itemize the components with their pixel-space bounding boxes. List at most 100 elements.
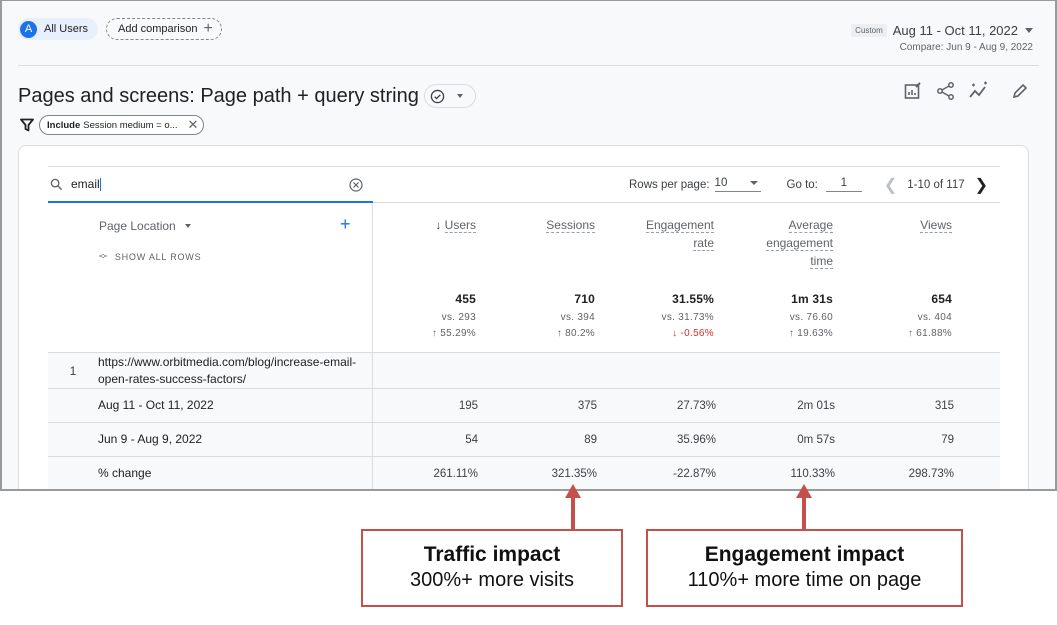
table-row[interactable]: 1 https://www.orbitmedia.com/blog/increas…: [48, 352, 1000, 388]
column-header-label: rate: [693, 236, 714, 251]
table-cell: 375: [577, 399, 597, 412]
table-cell: 321.35%: [551, 467, 597, 480]
page-title: Pages and screens: Page path + query str…: [18, 84, 419, 107]
caret-down-icon: [184, 224, 191, 228]
clear-search-icon[interactable]: [349, 178, 363, 197]
total-value: 710: [574, 292, 595, 306]
add-dimension-button[interactable]: +: [340, 214, 351, 235]
change-value: ↓ -0.56%: [662, 328, 714, 339]
arrow-up-icon: ↑: [556, 328, 566, 339]
table-row[interactable]: % change 261.11% 321.35% -22.87% 110.33% 298.…: [48, 456, 1000, 489]
date-range-picker[interactable]: Custom Aug 11 - Oct 11, 2022 Compare: Ju…: [851, 23, 1033, 53]
page-location-link[interactable]: https://www.orbitmedia.com/blog/increase…: [98, 354, 360, 388]
filter-chip[interactable]: Include Session medium = o... ✕: [39, 115, 205, 135]
arrow-traffic: [571, 497, 575, 531]
row-dimension: % change: [98, 466, 152, 480]
change-value: ↑ 19.63%: [789, 328, 833, 339]
table-cell: 35.96%: [676, 433, 716, 446]
column-header-label: time: [810, 254, 833, 269]
caret-down-icon: [749, 181, 758, 185]
date-tag: Custom: [851, 24, 887, 37]
table-cell: 79: [941, 433, 954, 446]
search-input[interactable]: email: [71, 177, 100, 191]
comparison-value: vs. 394: [560, 312, 595, 323]
column-total: 654 vs. 404 ↑ 61.88%: [908, 292, 952, 339]
next-page-icon[interactable]: ❯: [975, 175, 988, 195]
callout-title: Traffic impact: [423, 543, 561, 566]
arrow-down-icon: ↓: [672, 328, 681, 339]
dimension-selector[interactable]: Page Location: [99, 219, 191, 233]
column-header[interactable]: Sessions: [546, 216, 595, 234]
dimension-header: Page Location: [99, 219, 176, 233]
column-total: 31.55% vs. 31.73% ↓ -0.56%: [662, 292, 714, 339]
change-percent: 19.63%: [797, 328, 833, 339]
column-header-label: Users: [444, 218, 476, 233]
change-percent: -0.56%: [680, 328, 714, 339]
callout-engagement-impact: Engagement impact 110%+ more time on pag…: [646, 529, 963, 607]
callout-title: Engagement impact: [704, 543, 905, 566]
compare-range: Compare: Jun 9 - Aug 9, 2022: [899, 42, 1033, 53]
caret-down-icon: [456, 94, 463, 98]
table-cell: 261.11%: [433, 467, 478, 480]
report-table-card: email Rows per page: 10 Go to: 1 ❮ 1-10 …: [18, 145, 1029, 489]
goto-label: Go to:: [786, 178, 818, 191]
expand-icon: ︿ ﹀: [99, 249, 108, 264]
report-status-dropdown[interactable]: [423, 84, 476, 108]
column-header-label: engagement: [766, 236, 833, 251]
table-cell: 27.73%: [676, 399, 716, 412]
total-value: 31.55%: [672, 292, 714, 306]
analytics-screenshot: A All Users Add comparison + Custom Aug …: [0, 0, 1057, 491]
date-range: Aug 11 - Oct 11, 2022: [892, 23, 1018, 38]
comparison-value: vs. 293: [441, 312, 476, 323]
table-cell: 0m 57s: [797, 433, 835, 446]
segment-avatar: A: [20, 20, 37, 38]
row-index: 1: [69, 363, 77, 378]
filter-type: Include: [47, 119, 81, 131]
show-all-rows-button[interactable]: ︿ ﹀ SHOW ALL ROWS: [99, 249, 202, 264]
edit-icon[interactable]: [1009, 80, 1031, 102]
rows-per-page-label: Rows per page:: [629, 178, 710, 191]
rows-per-page-value: 10: [714, 177, 728, 189]
filter-icon: [20, 118, 34, 132]
row-dimension: Aug 11 - Oct 11, 2022: [98, 398, 214, 412]
search-icon: [50, 178, 63, 190]
customize-report-icon[interactable]: [902, 80, 924, 102]
table-body: 1 https://www.orbitmedia.com/blog/increas…: [48, 352, 1000, 489]
table-cell: 89: [584, 433, 597, 446]
arrow-head-engagement: [796, 484, 812, 498]
column-header-label: Average: [788, 218, 833, 233]
column-header[interactable]: Average engagement time: [766, 216, 833, 270]
plus-icon: +: [203, 20, 213, 37]
comparison-value: vs. 404: [917, 312, 952, 323]
table-row[interactable]: Jun 9 - Aug 9, 2022 54 89 35.96% 0m 57s 79: [48, 422, 1000, 456]
filter-text: Session medium = o...: [83, 119, 178, 131]
table-cell: 54: [465, 433, 478, 446]
add-comparison-button[interactable]: Add comparison +: [106, 18, 222, 40]
arrow-engagement: [802, 497, 806, 531]
column-header[interactable]: Engagement rate: [645, 216, 714, 252]
table-row[interactable]: Aug 11 - Oct 11, 2022 195 375 27.73% 2m 01s 3…: [48, 388, 1000, 422]
share-icon[interactable]: [935, 80, 957, 102]
caret-down-icon: [1025, 28, 1033, 33]
change-value: ↑ 55.29%: [432, 328, 476, 339]
add-comparison-label: Add comparison: [118, 23, 198, 35]
segment-chip[interactable]: A All Users: [18, 18, 99, 40]
rows-per-page-select[interactable]: 10: [714, 177, 761, 192]
change-value: ↑ 61.88%: [908, 328, 952, 339]
column-header[interactable]: Views: [920, 216, 952, 234]
change-percent: 61.88%: [916, 328, 952, 339]
show-all-rows-label: SHOW ALL ROWS: [114, 252, 202, 262]
table-cell: 298.73%: [908, 467, 954, 480]
table-cell: 2m 01s: [797, 399, 835, 412]
table-cell: 315: [934, 399, 954, 412]
column-header[interactable]: ↓ Users: [435, 216, 476, 234]
dimension-header-cell: Page Location + ︿ ﹀ SHOW ALL ROWS: [48, 203, 373, 353]
prev-page-icon[interactable]: ❮: [884, 175, 897, 195]
column-header-label: Sessions: [546, 218, 595, 233]
search-field[interactable]: email: [48, 167, 373, 203]
insights-icon[interactable]: [968, 80, 990, 102]
close-icon[interactable]: ✕: [188, 117, 199, 133]
comparison-value: vs. 31.73%: [661, 312, 714, 323]
goto-input[interactable]: 1: [825, 177, 862, 192]
segment-label: All Users: [44, 23, 89, 35]
